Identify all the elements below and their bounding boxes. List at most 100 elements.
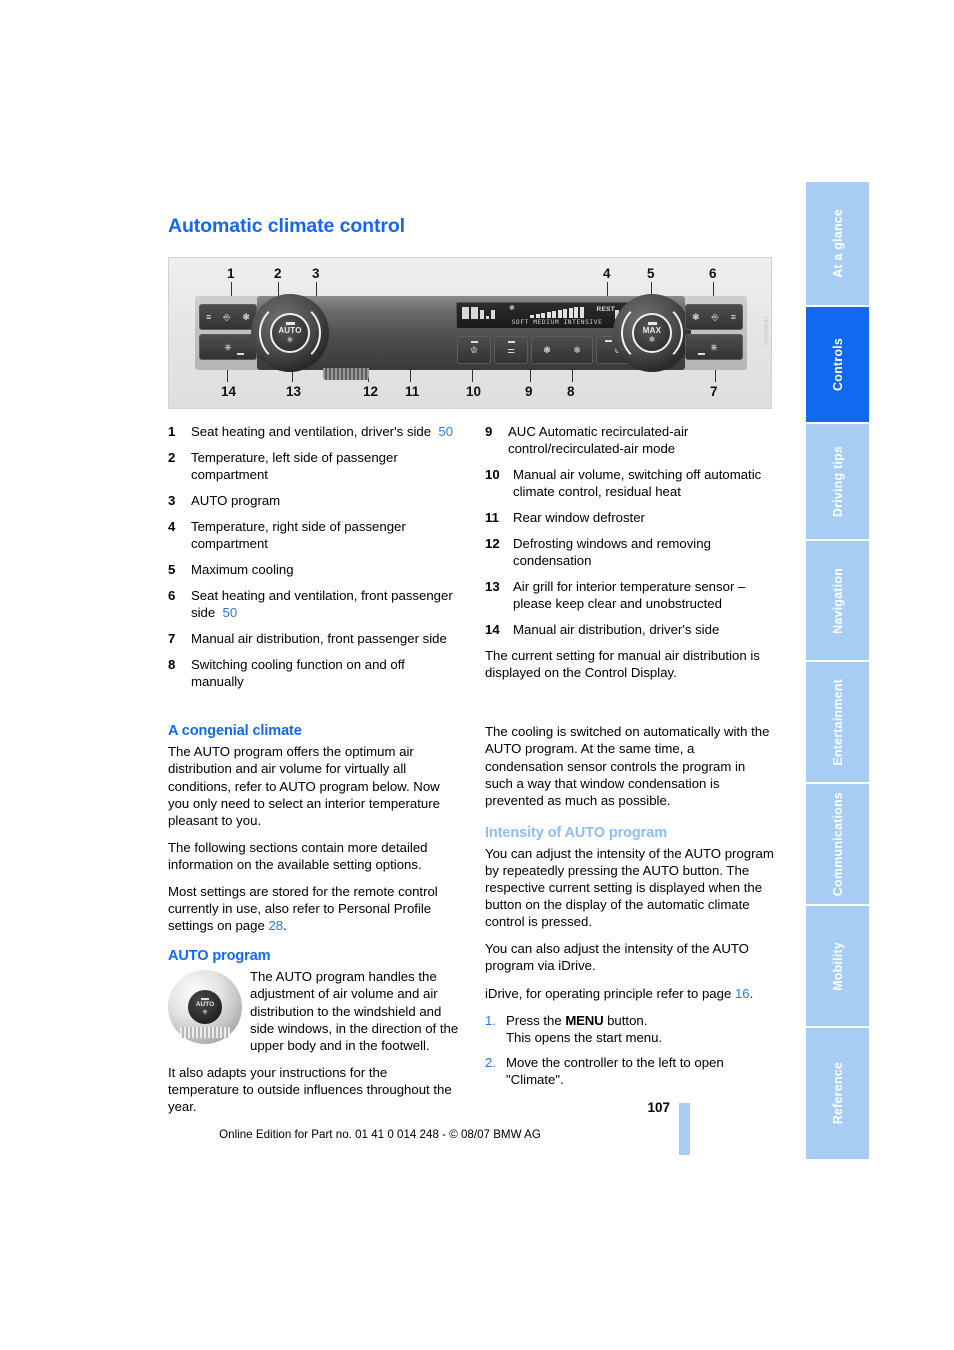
- figure-legend: 1 Seat heating and ventilation, driver's…: [168, 423, 776, 699]
- auto-airflow-icon: ⎈: [202, 1008, 208, 1016]
- legend-item: 7 Manual air distribution, front passeng…: [168, 630, 459, 647]
- seat-heating-driver-button[interactable]: ≡ ⎆ ❃: [199, 304, 257, 330]
- legend-text: Seat heating and ventilation, driver's s…: [191, 424, 454, 439]
- callout-4: 4: [603, 266, 611, 281]
- knob-grill: [180, 1027, 230, 1039]
- legend-item: 9 AUC Automatic recirculated-air control…: [485, 423, 776, 457]
- defrost-windshield-button[interactable]: ♔: [457, 336, 491, 364]
- step-subtext: This opens the start menu.: [506, 1029, 663, 1045]
- section-tab-rail: At a glance Controls Driving tips Naviga…: [806, 182, 869, 1159]
- legend-number: 1: [168, 424, 176, 439]
- callout-12: 12: [363, 384, 379, 399]
- body-column-left: A congenial climate The AUTO program off…: [168, 723, 459, 1125]
- indicator-tick: [605, 339, 612, 342]
- knob-ring: [621, 302, 683, 364]
- legend-text: Manual air distribution, front passenger…: [191, 631, 447, 647]
- seat-icon: ⎆: [711, 311, 719, 322]
- legend-number: 3: [168, 493, 176, 509]
- callout-11: 11: [405, 384, 420, 399]
- legend-item: 4 Temperature, right side of passenger c…: [168, 518, 459, 552]
- imprint-line: Online Edition for Part no. 01 41 0 014 …: [219, 1128, 541, 1141]
- rear-window-defroster-button[interactable]: ⚌: [494, 336, 528, 364]
- idrive-reference-paragraph: iDrive, for operating principle refer to…: [485, 985, 754, 1001]
- legend-text: Seat heating and ventilation, front pass…: [191, 588, 453, 621]
- knob-ring: [259, 302, 321, 364]
- manual-air-volume-button[interactable]: ❃ ❄: [531, 336, 593, 364]
- step-number: 2.: [485, 1054, 496, 1070]
- intensity-paragraph-1: You can adjust the intensity of the AUTO…: [485, 845, 774, 930]
- callout-2: 2: [274, 266, 282, 281]
- legend-number: 11: [485, 510, 499, 526]
- tab-controls[interactable]: Controls: [806, 307, 869, 424]
- lcd-bar-graph: [509, 307, 605, 318]
- tab-label: Mobility: [830, 941, 845, 991]
- step-text: Press the MENU button. This opens the sta…: [506, 1012, 663, 1045]
- auto-paragraph-2: It also adapts your instructions for the…: [168, 1064, 452, 1114]
- fan-decrease-icon: ❃: [543, 344, 551, 355]
- step-text: Move the controller to the left to open …: [506, 1054, 724, 1087]
- congenial-paragraph-1: The AUTO program offers the optimum air …: [168, 744, 440, 828]
- temperature-right-max-knob[interactable]: MAX ❄: [613, 294, 691, 372]
- legend-item: 13 Air grill for interior temperature se…: [485, 578, 776, 612]
- body-columns: A congenial climate The AUTO program off…: [168, 723, 776, 1125]
- airflow-icon: ⎈: [710, 341, 718, 352]
- legend-item: 11 Rear window defroster: [485, 509, 776, 526]
- step-item: 2. Move the controller to the left to op…: [485, 1054, 776, 1088]
- legend-number: 4: [168, 519, 176, 535]
- legend-number: 5: [168, 562, 176, 578]
- seat-fan-icon: ❃: [691, 311, 700, 322]
- tab-label: Entertainment: [830, 678, 845, 766]
- temperature-left-auto-knob[interactable]: AUTO ⎈: [251, 294, 369, 380]
- legend-text: AUTO program: [191, 493, 281, 509]
- body-column-right: The cooling is switched on automatically…: [485, 723, 776, 1125]
- legend-item: 6 Seat heating and ventilation, front pa…: [168, 587, 459, 621]
- heading-intensity-of-auto-program: Intensity of AUTO program: [485, 824, 667, 841]
- tab-label: Navigation: [830, 567, 845, 634]
- callout-8: 8: [567, 384, 575, 399]
- legend-note: The current setting for manual air distr…: [485, 648, 760, 681]
- callout-1: 1: [227, 266, 235, 281]
- page-title: Automatic climate control: [168, 215, 405, 237]
- legend-text: Temperature, right side of passenger com…: [191, 519, 406, 552]
- legend-text: Manual air volume, switching off automat…: [513, 467, 762, 500]
- tab-entertainment[interactable]: Entertainment: [806, 662, 869, 784]
- page-reference[interactable]: 50: [223, 605, 238, 620]
- seat-fan-icon: ❃: [242, 311, 250, 322]
- legend-column-left: 1 Seat heating and ventilation, driver's…: [168, 423, 459, 699]
- legend-text: Maximum cooling: [191, 562, 294, 578]
- tab-at-a-glance[interactable]: At a glance: [806, 182, 869, 307]
- temperature-sensor-grill: [323, 368, 369, 380]
- page-reference[interactable]: 16: [735, 986, 750, 1001]
- legend-item: 10 Manual air volume, switching off auto…: [485, 466, 776, 500]
- tab-driving-tips[interactable]: Driving tips: [806, 424, 869, 541]
- lcd-left-temp-readout: [462, 307, 495, 319]
- tab-label: At a glance: [830, 209, 845, 278]
- page-content: Automatic climate control 1 2 3 4 5 6 14…: [168, 215, 776, 1125]
- indicator-tick: [698, 352, 705, 355]
- seat-icon: ⎆: [223, 311, 231, 322]
- legend-number: 9: [485, 424, 493, 439]
- legend-text: Rear window defroster: [513, 510, 645, 526]
- legend-number: 6: [168, 588, 176, 604]
- tab-communications[interactable]: Communications: [806, 784, 869, 906]
- tab-reference[interactable]: Reference: [806, 1028, 869, 1159]
- step-number: 1.: [485, 1012, 496, 1028]
- indicator-tick: [201, 998, 209, 1001]
- legend-text: AUC Automatic recirculated-air control/r…: [508, 424, 689, 457]
- air-distribution-driver-button[interactable]: ⎈: [199, 334, 257, 360]
- page-reference[interactable]: 50: [438, 424, 453, 439]
- heat-lines-icon: ≡: [205, 311, 212, 322]
- climate-control-figure: 1 2 3 4 5 6 14 13 12 11 10 9 8 7 ≡ ⎆ ❃ ⎈…: [168, 257, 772, 409]
- seat-heating-passenger-button[interactable]: ❃ ⎆ ≡: [685, 304, 743, 330]
- tab-navigation[interactable]: Navigation: [806, 541, 869, 662]
- auto-knob-photo: AUTO ⎈: [168, 970, 242, 1045]
- air-distribution-passenger-button[interactable]: ⎈: [685, 334, 743, 360]
- tab-label: Reference: [830, 1062, 845, 1125]
- page-reference[interactable]: 28: [268, 918, 283, 933]
- legend-text: Manual air distribution, driver's side: [513, 622, 720, 638]
- legend-number: 2: [168, 450, 176, 466]
- legend-item: 14 Manual air distribution, driver's sid…: [485, 621, 776, 638]
- fan-increase-icon: ❄: [573, 344, 581, 355]
- tab-mobility[interactable]: Mobility: [806, 906, 869, 1028]
- menu-button-keyword: MENU: [565, 1012, 604, 1028]
